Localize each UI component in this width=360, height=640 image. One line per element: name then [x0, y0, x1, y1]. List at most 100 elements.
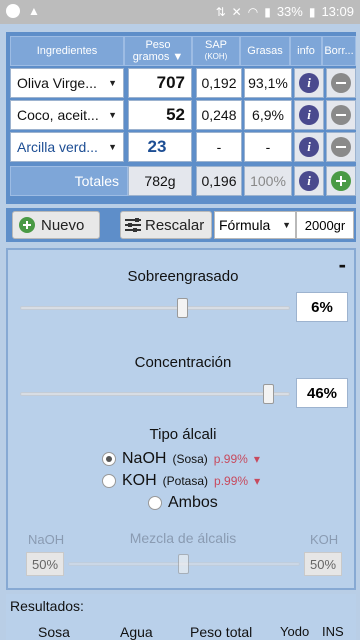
- header-info: info: [290, 36, 322, 66]
- koh-radio[interactable]: [102, 474, 116, 488]
- mix-slider-thumb: [178, 554, 189, 574]
- minus-circle-icon: [331, 137, 351, 157]
- naoh-sub: (Sosa): [172, 452, 208, 466]
- concentration-value[interactable]: 46%: [296, 378, 348, 408]
- info-icon: i: [299, 137, 319, 157]
- naoh-radio[interactable]: [102, 452, 116, 466]
- info-icon: i: [299, 171, 319, 191]
- grams-input[interactable]: 23: [128, 132, 192, 162]
- signal-icon: ▮: [264, 4, 271, 19]
- grams-input[interactable]: 52: [128, 100, 192, 130]
- target-grams-input[interactable]: 2000gr: [296, 211, 354, 239]
- info-button[interactable]: i: [294, 100, 324, 130]
- sliders-icon: [125, 218, 141, 232]
- grasas-value: 6,9%: [244, 100, 292, 130]
- superfat-value[interactable]: 6%: [296, 292, 348, 322]
- delete-button[interactable]: [326, 132, 356, 162]
- add-ingredient-button[interactable]: [326, 166, 356, 196]
- ingredient-name: Arcilla verd...: [17, 139, 98, 155]
- sap-value: -: [196, 132, 242, 162]
- purity-caret-icon: ▾: [253, 452, 260, 466]
- formula-select[interactable]: Fórmula ▼: [214, 211, 296, 239]
- mix-right-label: KOH: [310, 532, 339, 547]
- purity-caret-icon: ▾: [254, 474, 261, 488]
- mix-label: Mezcla de álcalis: [129, 530, 237, 546]
- results-col-ins: INS: [322, 624, 344, 639]
- delete-button[interactable]: [326, 68, 356, 98]
- ingredient-name: Oliva Virge...: [17, 75, 97, 91]
- settings-panel: - Sobreengrasado 6% Concentración 46% Ti…: [6, 248, 356, 590]
- koh-label: KOH: [122, 472, 157, 489]
- totals-grasas: 100%: [244, 166, 292, 196]
- formula-select-label: Fórmula: [219, 217, 271, 233]
- superfat-slider-thumb[interactable]: [177, 298, 188, 318]
- new-button-label: Nuevo: [41, 216, 85, 234]
- koh-purity[interactable]: p.99%: [214, 474, 248, 488]
- ingredient-select[interactable]: Arcilla verd... ▼: [10, 132, 124, 162]
- concentration-slider-thumb[interactable]: [263, 384, 275, 404]
- dropdown-caret-icon: ▼: [108, 110, 117, 120]
- totals-info-button[interactable]: i: [294, 166, 324, 196]
- both-option[interactable]: Ambos: [148, 494, 218, 512]
- ingredient-name: Coco, aceit...: [17, 107, 99, 123]
- sap-value: 0,248: [196, 100, 242, 130]
- both-label: Ambos: [168, 494, 218, 511]
- info-button[interactable]: i: [294, 132, 324, 162]
- header-sap-label: SAP: [204, 39, 227, 51]
- dropdown-caret-icon: ▼: [108, 142, 117, 152]
- grasas-value: -: [244, 132, 292, 162]
- minus-circle-icon: [331, 73, 351, 93]
- status-bar: ▲ ⇅ ✕ ◠ ▮ 33% ▮ 13:09: [0, 0, 360, 24]
- results-col-sosa: Sosa: [38, 624, 70, 640]
- mix-left-value: 50%: [26, 552, 64, 576]
- header-sap: SAP (KOH): [192, 36, 240, 66]
- grams-input[interactable]: 707: [128, 68, 192, 98]
- dropdown-caret-icon: ▼: [108, 78, 117, 88]
- plus-circle-icon: [19, 217, 35, 233]
- results-col-peso-total: Peso total: [190, 624, 253, 640]
- header-peso[interactable]: Peso gramos ▼: [124, 36, 192, 66]
- naoh-option[interactable]: NaOH (Sosa) p.99% ▾: [102, 450, 260, 468]
- results-col-yodo: Yodo: [280, 624, 310, 639]
- header-gramos-label: gramos ▼: [132, 51, 184, 63]
- rescale-button[interactable]: Rescalar: [120, 211, 212, 239]
- totals-grams: 782g: [128, 166, 192, 196]
- mix-right-value: 50%: [304, 552, 342, 576]
- new-button[interactable]: Nuevo: [12, 211, 100, 239]
- delete-button[interactable]: [326, 100, 356, 130]
- header-ingredientes: Ingredientes: [10, 36, 124, 66]
- sap-value: 0,192: [196, 68, 242, 98]
- ingredient-select[interactable]: Oliva Virge... ▼: [10, 68, 124, 98]
- info-icon: i: [299, 105, 319, 125]
- results-section: Resultados: Sosa Agua Peso total Yodo IN…: [6, 594, 356, 640]
- both-radio[interactable]: [148, 496, 162, 510]
- plus-circle-icon: [331, 171, 351, 191]
- grasas-value: 93,1%: [244, 68, 292, 98]
- dropdown-caret-icon: ▼: [282, 220, 291, 230]
- totals-sap: 0,196: [196, 166, 242, 196]
- naoh-label: NaOH: [122, 450, 167, 467]
- warning-icon: ▲: [28, 4, 40, 18]
- superfat-label: Sobreengrasado: [127, 268, 239, 285]
- totals-label: Totales: [10, 166, 128, 196]
- ingredients-table: Ingredientes Peso gramos ▼ SAP (KOH) Gra…: [6, 32, 356, 204]
- info-button[interactable]: i: [294, 68, 324, 98]
- info-icon: i: [299, 73, 319, 93]
- koh-sub: (Potasa): [162, 474, 209, 488]
- notification-dot-icon: [6, 4, 20, 18]
- mute-icon: ✕: [231, 4, 242, 19]
- alkali-type-label: Tipo álcali: [149, 426, 217, 443]
- koh-option[interactable]: KOH (Potasa) p.99% ▾: [102, 472, 260, 490]
- superfat-slider-track[interactable]: [20, 306, 290, 310]
- wifi-icon: ◠: [247, 4, 259, 19]
- ingredient-select[interactable]: Coco, aceit... ▼: [10, 100, 124, 130]
- concentration-label: Concentración: [134, 354, 232, 371]
- battery-level: 33%: [276, 4, 303, 19]
- naoh-purity[interactable]: p.99%: [214, 452, 248, 466]
- minus-circle-icon: [331, 105, 351, 125]
- clock: 13:09: [321, 4, 354, 19]
- concentration-slider-track[interactable]: [20, 392, 290, 396]
- header-borrar: Borr...: [322, 36, 356, 66]
- header-sap-sub: (KOH): [204, 52, 228, 61]
- header-grasas: Grasas: [240, 36, 290, 66]
